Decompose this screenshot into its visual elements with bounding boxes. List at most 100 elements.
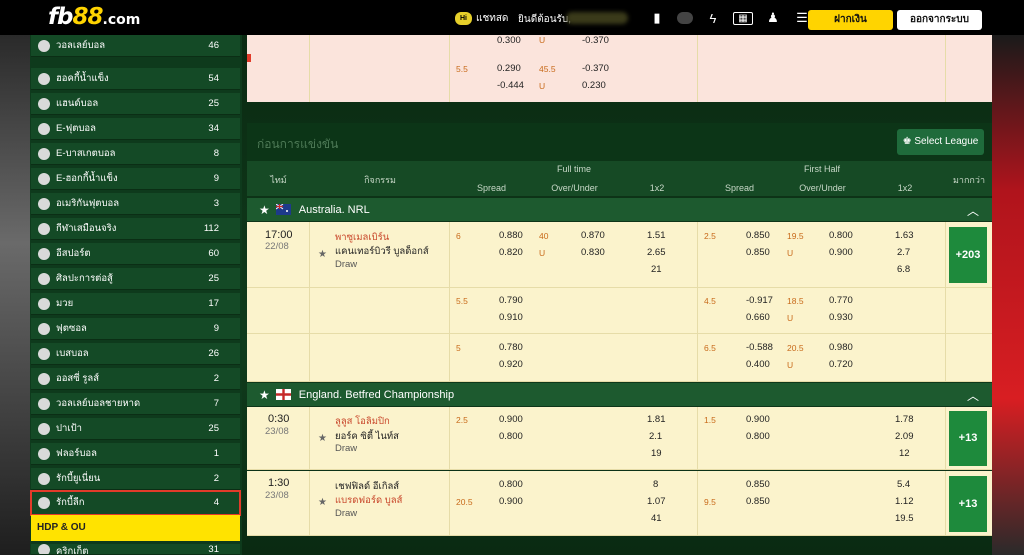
- odds-value[interactable]: 12: [899, 448, 910, 459]
- odds-value[interactable]: 0.830: [581, 247, 605, 258]
- odds-value[interactable]: 1.12: [895, 496, 914, 507]
- star-icon[interactable]: ★: [259, 203, 270, 217]
- odds-value[interactable]: 0.980: [829, 342, 853, 353]
- odds-value[interactable]: 0.850: [746, 496, 770, 507]
- star-icon[interactable]: ★: [259, 388, 270, 402]
- sidebar-item[interactable]: รักบี้ยูเนี่ยน 2: [31, 468, 240, 490]
- sidebar-item[interactable]: คริกเก็ต 31: [31, 544, 240, 555]
- odds-value[interactable]: 0.300: [497, 35, 521, 46]
- site-logo[interactable]: fb88.com: [48, 4, 140, 30]
- sidebar-item[interactable]: E-บาสเกตบอล 8: [31, 143, 240, 165]
- star-icon[interactable]: ★: [318, 249, 327, 260]
- sidebar-item[interactable]: อีสปอร์ต 60: [31, 243, 240, 265]
- sidebar-item-label: มวย: [56, 298, 74, 309]
- user-icon[interactable]: ♟: [764, 10, 782, 26]
- sidebar-item[interactable]: เบสบอล 26: [31, 343, 240, 365]
- sidebar-item[interactable]: ฟลอร์บอล 1: [31, 443, 240, 465]
- sidebar-item[interactable]: ปาเป้า 25: [31, 418, 240, 440]
- odds-value[interactable]: 6.8: [897, 264, 910, 275]
- odds-value[interactable]: 0.230: [582, 80, 606, 91]
- sidebar-item[interactable]: ฟุตซอล 9: [31, 318, 240, 340]
- chat-bubble-icon: Hi: [455, 12, 472, 25]
- odds-value[interactable]: 21: [651, 264, 662, 275]
- handicap-value: 9.5: [704, 497, 716, 507]
- more-markets-button[interactable]: +13: [949, 476, 987, 532]
- league-header[interactable]: ★ England. Betfred Championship ︿: [247, 383, 992, 406]
- odds-value[interactable]: 0.290: [497, 63, 521, 74]
- odds-value[interactable]: 0.900: [829, 247, 853, 258]
- odds-value[interactable]: 0.900: [499, 496, 523, 507]
- odds-value[interactable]: 19: [651, 448, 662, 459]
- live-odds-block: 0.300 U -0.370 5.5 0.290 45.5 -0.370 -0.…: [247, 35, 992, 102]
- odds-value[interactable]: 0.400: [746, 359, 770, 370]
- odds-value[interactable]: 0.870: [581, 230, 605, 241]
- odds-value[interactable]: 0.800: [746, 431, 770, 442]
- odds-value[interactable]: 1.63: [895, 230, 914, 241]
- odds-value[interactable]: 0.910: [499, 312, 523, 323]
- odds-value[interactable]: 0.880: [499, 230, 523, 241]
- odds-value[interactable]: 2.7: [897, 247, 910, 258]
- star-icon[interactable]: ★: [318, 497, 327, 508]
- odds-value[interactable]: 0.920: [499, 359, 523, 370]
- odds-value[interactable]: 41: [651, 513, 662, 524]
- sidebar-item[interactable]: กีฬาเสมือนจริง 112: [31, 218, 240, 240]
- promo-icon[interactable]: ▦: [733, 11, 753, 25]
- league-name: Australia. NRL: [298, 203, 370, 216]
- odds-value[interactable]: 0.780: [499, 342, 523, 353]
- odds-value[interactable]: -0.370: [582, 35, 609, 46]
- odds-value[interactable]: 0.850: [746, 479, 770, 490]
- odds-value[interactable]: 2.1: [649, 431, 662, 442]
- odds-value[interactable]: 0.800: [829, 230, 853, 241]
- deposit-button[interactable]: ฝากเงิน: [808, 10, 893, 30]
- sidebar-item[interactable]: มวย 17: [31, 293, 240, 315]
- league-header[interactable]: ★ Australia. NRL ︿: [247, 198, 992, 221]
- odds-value[interactable]: 0.800: [499, 431, 523, 442]
- more-markets-button[interactable]: +203: [949, 227, 987, 283]
- player-banner-left: [0, 35, 30, 555]
- odds-value[interactable]: 1.78: [895, 414, 914, 425]
- odds-value[interactable]: 0.850: [746, 230, 770, 241]
- odds-value[interactable]: 0.850: [746, 247, 770, 258]
- chevron-up-icon[interactable]: ︿: [967, 387, 979, 404]
- odds-value[interactable]: 1.81: [647, 414, 666, 425]
- odds-value[interactable]: 0.720: [829, 359, 853, 370]
- odds-value[interactable]: 1.07: [647, 496, 666, 507]
- odds-value[interactable]: 1.51: [647, 230, 666, 241]
- chevron-up-icon[interactable]: ︿: [967, 202, 979, 219]
- lightning-icon[interactable]: ϟ: [704, 11, 722, 26]
- sidebar-item[interactable]: แฮนด์บอล 25: [31, 93, 240, 115]
- odds-value[interactable]: -0.444: [497, 80, 524, 91]
- odds-value[interactable]: 19.5: [895, 513, 914, 524]
- sidebar-item[interactable]: วอลเลย์บอลชายหาด 7: [31, 393, 240, 415]
- odds-value[interactable]: 0.900: [746, 414, 770, 425]
- balance-icon[interactable]: ▮: [648, 10, 666, 26]
- odds-value[interactable]: 0.790: [499, 295, 523, 306]
- odds-value[interactable]: 2.09: [895, 431, 914, 442]
- star-icon[interactable]: ★: [318, 433, 327, 444]
- odds-value[interactable]: 0.800: [499, 479, 523, 490]
- sidebar-item[interactable]: E-ฮอกกี้น้ำแข็ง 9: [31, 168, 240, 190]
- odds-value[interactable]: 0.770: [829, 295, 853, 306]
- more-markets-button[interactable]: +13: [949, 411, 987, 466]
- odds-value[interactable]: 8: [653, 479, 658, 490]
- sidebar-item[interactable]: E-ฟุตบอล 34: [31, 118, 240, 140]
- sidebar-item[interactable]: ออสซี่ รูลส์ 2: [31, 368, 240, 390]
- live-chat-link[interactable]: Hi แชทสด: [455, 11, 508, 26]
- odds-value[interactable]: -0.917: [746, 295, 773, 306]
- odds-value[interactable]: 2.65: [647, 247, 666, 258]
- odds-value[interactable]: 0.930: [829, 312, 853, 323]
- sidebar-item[interactable]: ฮอคกี้น้ำแข็ง 54: [31, 68, 240, 90]
- odds-value[interactable]: 0.900: [499, 414, 523, 425]
- sidebar-item[interactable]: อเมริกันฟุตบอล 3: [31, 193, 240, 215]
- odds-value[interactable]: 0.820: [499, 247, 523, 258]
- sidebar-item[interactable]: วอลเลย์บอล 46: [31, 35, 240, 57]
- sidebar-item[interactable]: ศิลปะการต่อสู้ 25: [31, 268, 240, 290]
- odds-value[interactable]: -0.370: [582, 63, 609, 74]
- odds-value[interactable]: 5.4: [897, 479, 910, 490]
- hdp-ou-tab[interactable]: HDP & OU: [31, 515, 240, 541]
- logout-button[interactable]: ออกจากระบบ: [897, 10, 982, 30]
- odds-value[interactable]: 0.660: [746, 312, 770, 323]
- sidebar-item-rugby-league[interactable]: รักบี้ลีก 4: [30, 490, 241, 516]
- odds-value[interactable]: -0.588: [746, 342, 773, 353]
- select-league-button[interactable]: ♚ Select League: [897, 129, 984, 155]
